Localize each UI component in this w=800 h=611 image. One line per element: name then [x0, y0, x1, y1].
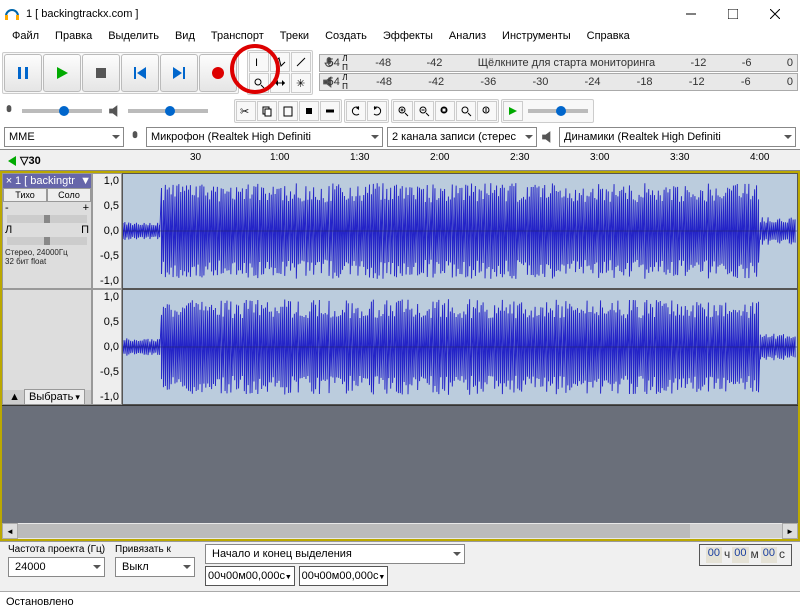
snap-to-select[interactable]: Выкл	[115, 557, 195, 577]
timeline-ruler[interactable]: ▽30 30 1:00 1:30 2:00 2:30 3:00 3:30 4:0…	[0, 149, 800, 171]
track-name[interactable]: 1 [ backingtr	[15, 175, 80, 187]
svg-text:✳: ✳	[296, 78, 305, 89]
skip-start-button[interactable]	[121, 54, 159, 92]
gain-slider[interactable]	[7, 215, 87, 223]
draw-tool-icon[interactable]	[291, 52, 311, 72]
trim-icon[interactable]	[299, 101, 319, 121]
selection-tool-icon[interactable]: I	[249, 52, 269, 72]
menu-select[interactable]: Выделить	[100, 28, 167, 48]
multi-tool-icon[interactable]: ✳	[291, 73, 311, 93]
close-button[interactable]	[754, 0, 796, 28]
menu-analyze[interactable]: Анализ	[441, 28, 494, 48]
play-at-speed-icon[interactable]	[503, 101, 523, 121]
scroll-thumb[interactable]	[18, 524, 690, 538]
mute-button[interactable]: Тихо	[3, 188, 47, 202]
menu-tracks[interactable]: Треки	[272, 28, 317, 48]
mic-icon	[128, 130, 142, 144]
track-area: × 1 [ backingtr ▼ Тихо Соло -+ ЛП Стерео…	[0, 171, 800, 541]
envelope-tool-icon[interactable]	[270, 52, 290, 72]
zoom-in-icon[interactable]	[393, 101, 413, 121]
track-menu-icon[interactable]: ▼	[80, 175, 91, 187]
menu-effects[interactable]: Эффекты	[375, 28, 441, 48]
playback-volume-slider[interactable]	[128, 109, 208, 113]
track-close-icon[interactable]: ×	[3, 175, 15, 187]
vertical-scale: 1,00,50,0-0,5-1,0	[92, 173, 122, 289]
copy-icon[interactable]	[257, 101, 277, 121]
horizontal-scrollbar[interactable]: ◄ ►	[2, 523, 798, 539]
minimize-button[interactable]	[670, 0, 712, 28]
title-bar: 1 [ backingtrackx.com ]	[0, 0, 800, 28]
record-channels-select[interactable]: 2 канала записи (стерес	[387, 127, 537, 147]
mic-icon	[2, 104, 16, 118]
playback-device-select[interactable]: Динамики (Realtek High Definiti	[559, 127, 796, 147]
svg-text:I: I	[255, 57, 258, 68]
snap-to-label: Привязать к	[115, 544, 195, 555]
window-title: 1 [ backingtrackx.com ]	[26, 8, 670, 20]
paste-icon[interactable]	[278, 101, 298, 121]
svg-text:✂: ✂	[240, 106, 249, 117]
maximize-button[interactable]	[712, 0, 754, 28]
selection-start-input[interactable]: 00ч00м00,000с▾	[205, 566, 295, 586]
empty-track-area[interactable]	[2, 405, 798, 523]
menu-view[interactable]: Вид	[167, 28, 203, 48]
speaker-icon	[541, 130, 555, 144]
device-toolbar: MME Микрофон (Realtek High Definiti 2 ка…	[0, 125, 800, 149]
record-volume-slider[interactable]	[22, 109, 102, 113]
menu-transport[interactable]: Транспорт	[203, 28, 272, 48]
waveform-right[interactable]	[122, 289, 798, 405]
undo-icon[interactable]	[346, 101, 366, 121]
skip-end-button[interactable]	[160, 54, 198, 92]
selection-end-input[interactable]: 00ч00м00,000с▾	[299, 566, 389, 586]
status-bar: Остановлено	[0, 591, 800, 611]
cut-icon[interactable]: ✂	[236, 101, 256, 121]
track-control-panel: × 1 [ backingtr ▼ Тихо Соло -+ ЛП Стерео…	[2, 173, 92, 289]
project-rate-select[interactable]: 24000	[8, 557, 105, 577]
menu-bar: Файл Правка Выделить Вид Транспорт Треки…	[0, 28, 800, 48]
pin-label: ▽30	[20, 154, 41, 167]
meter-message[interactable]: Щёлкните для старта мониторинга	[478, 57, 655, 69]
selection-toolbar: Частота проекта (Гц) 24000 Привязать к В…	[0, 541, 800, 591]
track-info: Стерео, 24000Гц 32 бит float	[3, 246, 91, 268]
waveform-left[interactable]	[122, 173, 798, 289]
menu-help[interactable]: Справка	[579, 28, 638, 48]
toolbar-main: I ✳ ЛП -54 -48 -42 Щёлкните для старта м…	[0, 48, 800, 97]
menu-edit[interactable]: Правка	[47, 28, 100, 48]
timeshift-tool-icon[interactable]	[270, 73, 290, 93]
zoom-tool-icon[interactable]	[249, 73, 269, 93]
audio-position-display[interactable]: 00ч 00м 00с	[699, 544, 792, 566]
app-icon	[4, 6, 20, 22]
toolbar-secondary: ✂	[0, 97, 800, 125]
zoom-toggle-icon[interactable]	[477, 101, 497, 121]
menu-generate[interactable]: Создать	[317, 28, 375, 48]
status-text: Остановлено	[6, 596, 74, 608]
audio-host-select[interactable]: MME	[4, 127, 124, 147]
fit-project-icon[interactable]	[456, 101, 476, 121]
menu-file[interactable]: Файл	[4, 28, 47, 48]
collapse-icon[interactable]: ▲	[9, 391, 20, 403]
pause-button[interactable]	[4, 54, 42, 92]
solo-button[interactable]: Соло	[47, 188, 91, 202]
stop-button[interactable]	[82, 54, 120, 92]
record-meter[interactable]: ЛП -54 -48 -42 Щёлкните для старта монит…	[319, 54, 798, 72]
record-device-select[interactable]: Микрофон (Realtek High Definiti	[146, 127, 383, 147]
fit-selection-icon[interactable]	[435, 101, 455, 121]
selection-mode-select[interactable]: Начало и конец выделения	[205, 544, 465, 564]
zoom-out-icon[interactable]	[414, 101, 434, 121]
track-row: ▲ Выбрать ▾ 1,00,50,0-0,5-1,0	[2, 289, 798, 405]
redo-icon[interactable]	[367, 101, 387, 121]
play-speed-slider[interactable]	[528, 109, 588, 113]
pan-slider[interactable]	[7, 237, 87, 245]
playback-meter[interactable]: ЛП -54 -48 -42 -36 -30 -24 -18 -12 -6 0	[319, 73, 798, 91]
record-button[interactable]	[199, 54, 237, 92]
silence-icon[interactable]	[320, 101, 340, 121]
play-button[interactable]	[43, 54, 81, 92]
scroll-right-icon[interactable]: ►	[782, 523, 798, 539]
track-row: × 1 [ backingtr ▼ Тихо Соло -+ ЛП Стерео…	[2, 173, 798, 289]
vertical-scale: 1,00,50,0-0,5-1,0	[92, 289, 122, 405]
track-select-dropdown[interactable]: Выбрать ▾	[24, 389, 85, 405]
speaker-icon	[108, 104, 122, 118]
project-rate-label: Частота проекта (Гц)	[8, 544, 105, 555]
menu-tools[interactable]: Инструменты	[494, 28, 579, 48]
scroll-left-icon[interactable]: ◄	[2, 523, 18, 539]
